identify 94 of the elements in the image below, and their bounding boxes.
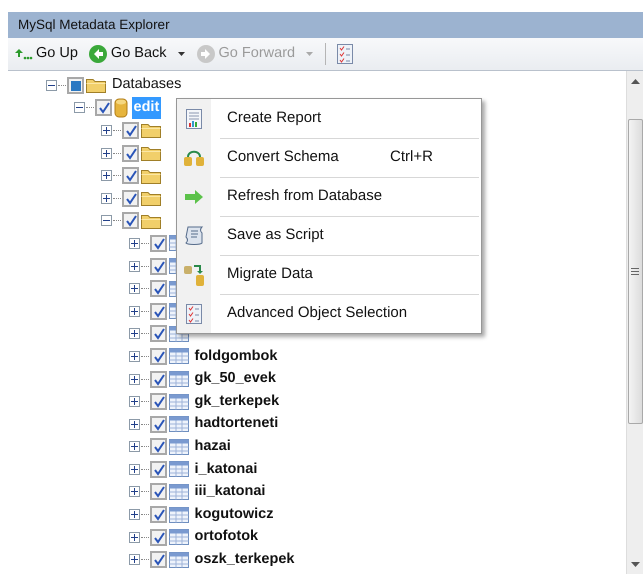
checkbox[interactable]	[150, 325, 166, 342]
collapse-toggle[interactable]	[101, 215, 112, 226]
checkbox[interactable]	[122, 122, 139, 139]
collapse-toggle[interactable]	[46, 80, 57, 91]
expand-toggle[interactable]	[128, 486, 140, 498]
checklist-icon[interactable]	[337, 44, 354, 64]
checkbox[interactable]	[122, 144, 139, 162]
expand-toggle[interactable]	[128, 374, 140, 385]
checkbox[interactable]	[67, 76, 84, 94]
checkbox[interactable]	[94, 99, 112, 116]
checkbox[interactable]	[150, 551, 166, 568]
expand-toggle[interactable]	[128, 350, 140, 362]
folder-icon	[141, 168, 161, 184]
folder-icon	[141, 190, 161, 206]
checkbox[interactable]	[150, 302, 166, 320]
toolbar-button[interactable]: Go Up	[10, 43, 81, 65]
checkbox[interactable]	[150, 438, 166, 456]
tree-item-label[interactable]: iii_katonai	[192, 481, 268, 503]
checkbox[interactable]	[150, 258, 166, 275]
menu-item[interactable]: Migrate Data	[177, 255, 481, 294]
window-title: MySql Metadata Explorer	[8, 12, 643, 38]
scrollbar-thumb[interactable]	[628, 119, 642, 424]
expand-toggle[interactable]	[128, 396, 140, 408]
checkbox[interactable]	[150, 528, 166, 546]
table-icon	[168, 484, 188, 500]
up-arrow-icon	[13, 47, 33, 61]
expand-toggle[interactable]	[101, 124, 112, 136]
tree-item-label[interactable]: i_katonai	[192, 458, 260, 480]
tree-item-label[interactable]: hazai	[192, 436, 233, 458]
folder-icon	[86, 77, 106, 94]
menu-item[interactable]: Advanced Object Selection	[177, 294, 481, 333]
scrollbar[interactable]	[626, 71, 643, 574]
folder-icon	[141, 212, 161, 229]
table-icon	[168, 348, 188, 364]
expand-toggle[interactable]	[128, 509, 140, 520]
menu-item[interactable]: Refresh from Database	[177, 177, 481, 216]
scroll-down-icon[interactable]	[630, 562, 640, 568]
checkbox[interactable]	[150, 460, 166, 478]
expand-toggle[interactable]	[128, 306, 140, 317]
tree-item-label[interactable]: foldgombok	[192, 346, 280, 368]
table-icon	[168, 416, 188, 432]
scroll-icon	[183, 224, 205, 246]
scroll-up-icon[interactable]	[630, 79, 640, 85]
expand-toggle[interactable]	[128, 532, 140, 543]
table-icon	[168, 552, 188, 568]
tree-item-label[interactable]: oszk_terkepek	[192, 548, 296, 571]
tree-item-label[interactable]: gk_50_evek	[192, 368, 278, 390]
expand-toggle[interactable]	[128, 418, 140, 430]
expand-toggle[interactable]	[128, 283, 140, 294]
checkbox[interactable]	[122, 190, 139, 207]
checklist-icon	[186, 304, 202, 324]
menu-item[interactable]: Convert Schema Ctrl+R	[177, 138, 481, 177]
tree-item-label[interactable]: ortofotok	[192, 526, 260, 548]
expand-toggle[interactable]	[128, 554, 140, 566]
folder-icon	[141, 122, 161, 138]
right-arrow-icon	[184, 190, 204, 204]
expand-toggle[interactable]	[101, 148, 112, 159]
expand-toggle[interactable]	[128, 328, 140, 340]
menu-item[interactable]: Create Report	[177, 99, 481, 138]
report-icon	[186, 108, 202, 128]
tree-item-label[interactable]: hadtorteneti	[192, 413, 280, 436]
database-transfer-icon	[183, 262, 205, 286]
table-icon	[168, 371, 188, 388]
tree-item-label[interactable]: kogutowicz	[192, 504, 276, 526]
database-icon	[114, 98, 128, 118]
toolbar-button[interactable]: Go Back	[84, 43, 170, 65]
expand-toggle[interactable]	[128, 260, 140, 272]
table-icon	[168, 506, 188, 523]
checkbox[interactable]	[150, 483, 166, 500]
folder-icon	[141, 145, 161, 162]
checkbox[interactable]	[150, 393, 166, 410]
expand-toggle[interactable]	[101, 192, 112, 204]
checkbox[interactable]	[150, 280, 166, 298]
menu-item[interactable]: Save as Script	[177, 216, 481, 255]
checkbox[interactable]	[150, 416, 166, 433]
expand-toggle[interactable]	[128, 441, 140, 452]
checkbox[interactable]	[150, 234, 166, 252]
dropdown-caret-icon[interactable]	[178, 52, 185, 56]
tree-item-label[interactable]: Databases	[110, 74, 184, 96]
checkbox[interactable]	[122, 167, 139, 184]
checkbox[interactable]	[150, 348, 166, 365]
expand-toggle[interactable]	[128, 464, 140, 475]
table-icon	[168, 394, 188, 410]
table-icon	[168, 438, 188, 455]
checkbox[interactable]	[150, 370, 166, 388]
checkbox[interactable]	[122, 212, 139, 230]
tree-item-label[interactable]: gk_terkepek	[192, 390, 282, 412]
expand-toggle[interactable]	[101, 170, 112, 182]
collapse-toggle[interactable]	[74, 102, 84, 114]
database-pair-icon	[183, 148, 205, 166]
table-icon	[168, 461, 188, 478]
checkbox[interactable]	[150, 506, 166, 524]
expand-toggle[interactable]	[128, 238, 140, 249]
table-icon	[168, 529, 188, 546]
